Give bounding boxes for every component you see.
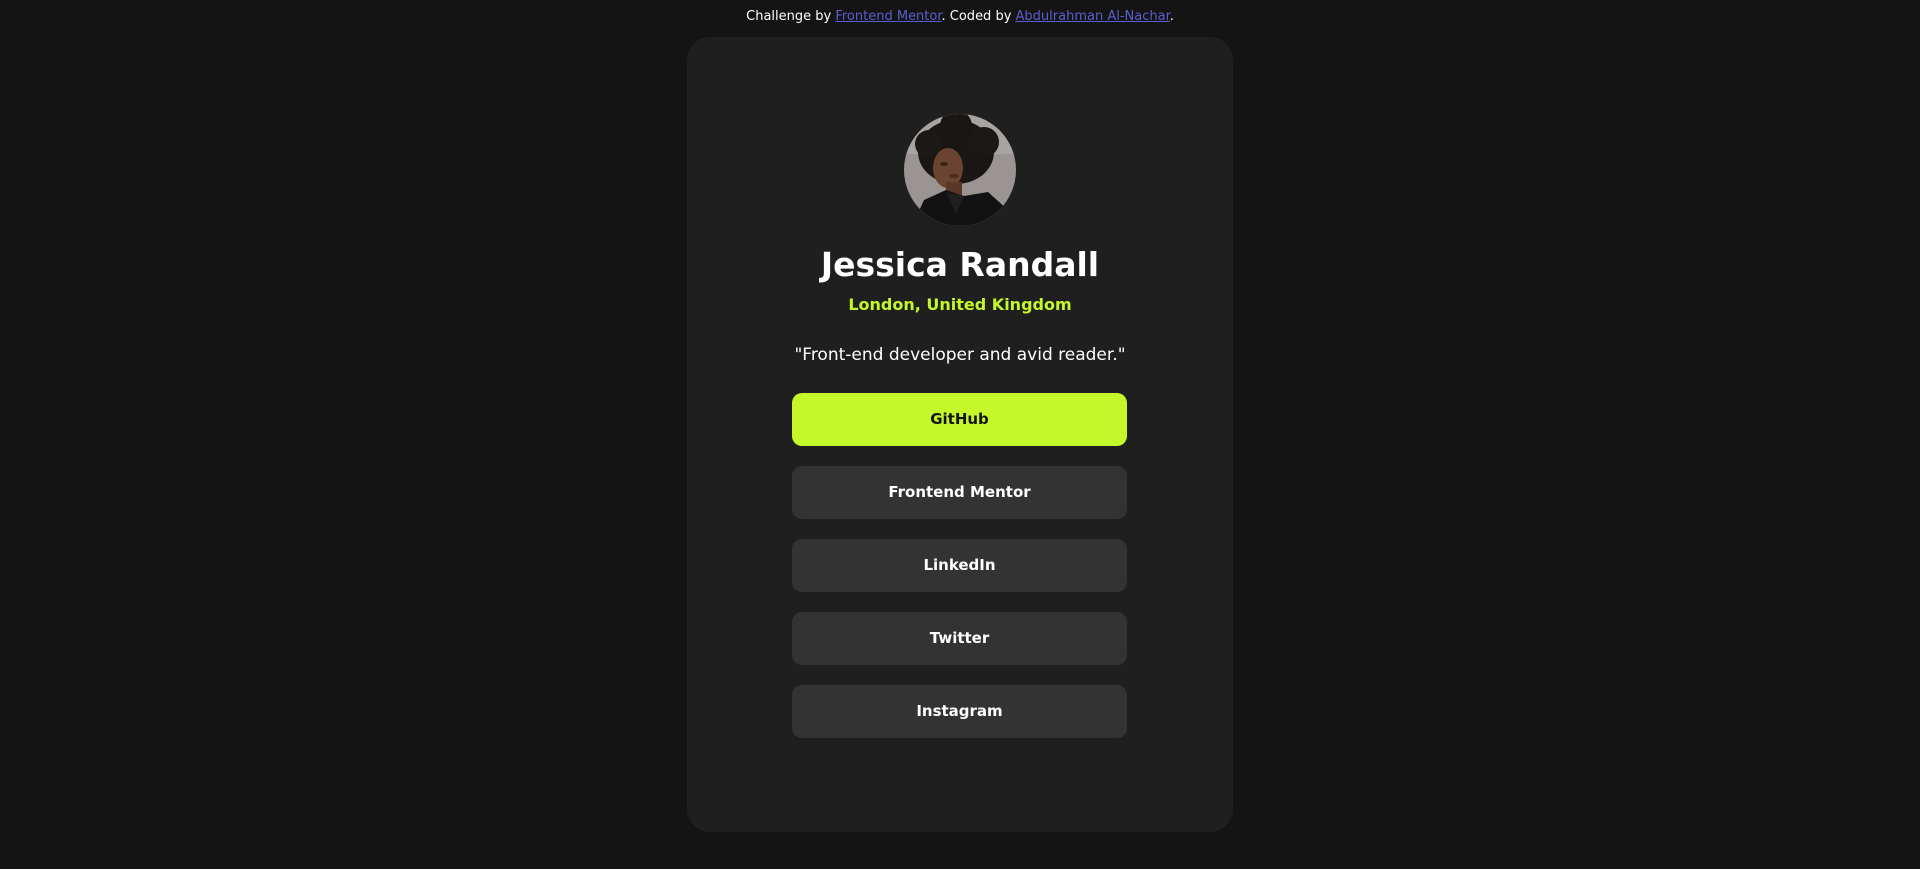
instagram-button[interactable]: Instagram bbox=[792, 685, 1127, 738]
frontend-mentor-button[interactable]: Frontend Mentor bbox=[792, 466, 1127, 519]
profile-card: Jessica Randall London, United Kingdom "… bbox=[687, 37, 1233, 832]
social-links: GitHub Frontend Mentor LinkedIn Twitter … bbox=[792, 393, 1127, 758]
linkedin-button[interactable]: LinkedIn bbox=[792, 539, 1127, 592]
attribution: Challenge by Frontend Mentor. Coded by A… bbox=[0, 8, 1920, 26]
github-button[interactable]: GitHub bbox=[792, 393, 1127, 446]
attribution-prefix: Challenge by bbox=[746, 9, 836, 24]
frontend-mentor-link[interactable]: Frontend Mentor bbox=[835, 9, 941, 24]
author-link[interactable]: Abdulrahman Al-Nachar bbox=[1016, 9, 1170, 24]
profile-location: London, United Kingdom bbox=[848, 295, 1072, 314]
attribution-suffix: . bbox=[1169, 9, 1174, 24]
attribution-middle: . Coded by bbox=[941, 9, 1016, 24]
profile-bio: "Front-end developer and avid reader." bbox=[794, 345, 1126, 365]
profile-name: Jessica Randall bbox=[820, 245, 1100, 284]
avatar bbox=[904, 114, 1016, 226]
twitter-button[interactable]: Twitter bbox=[792, 612, 1127, 665]
